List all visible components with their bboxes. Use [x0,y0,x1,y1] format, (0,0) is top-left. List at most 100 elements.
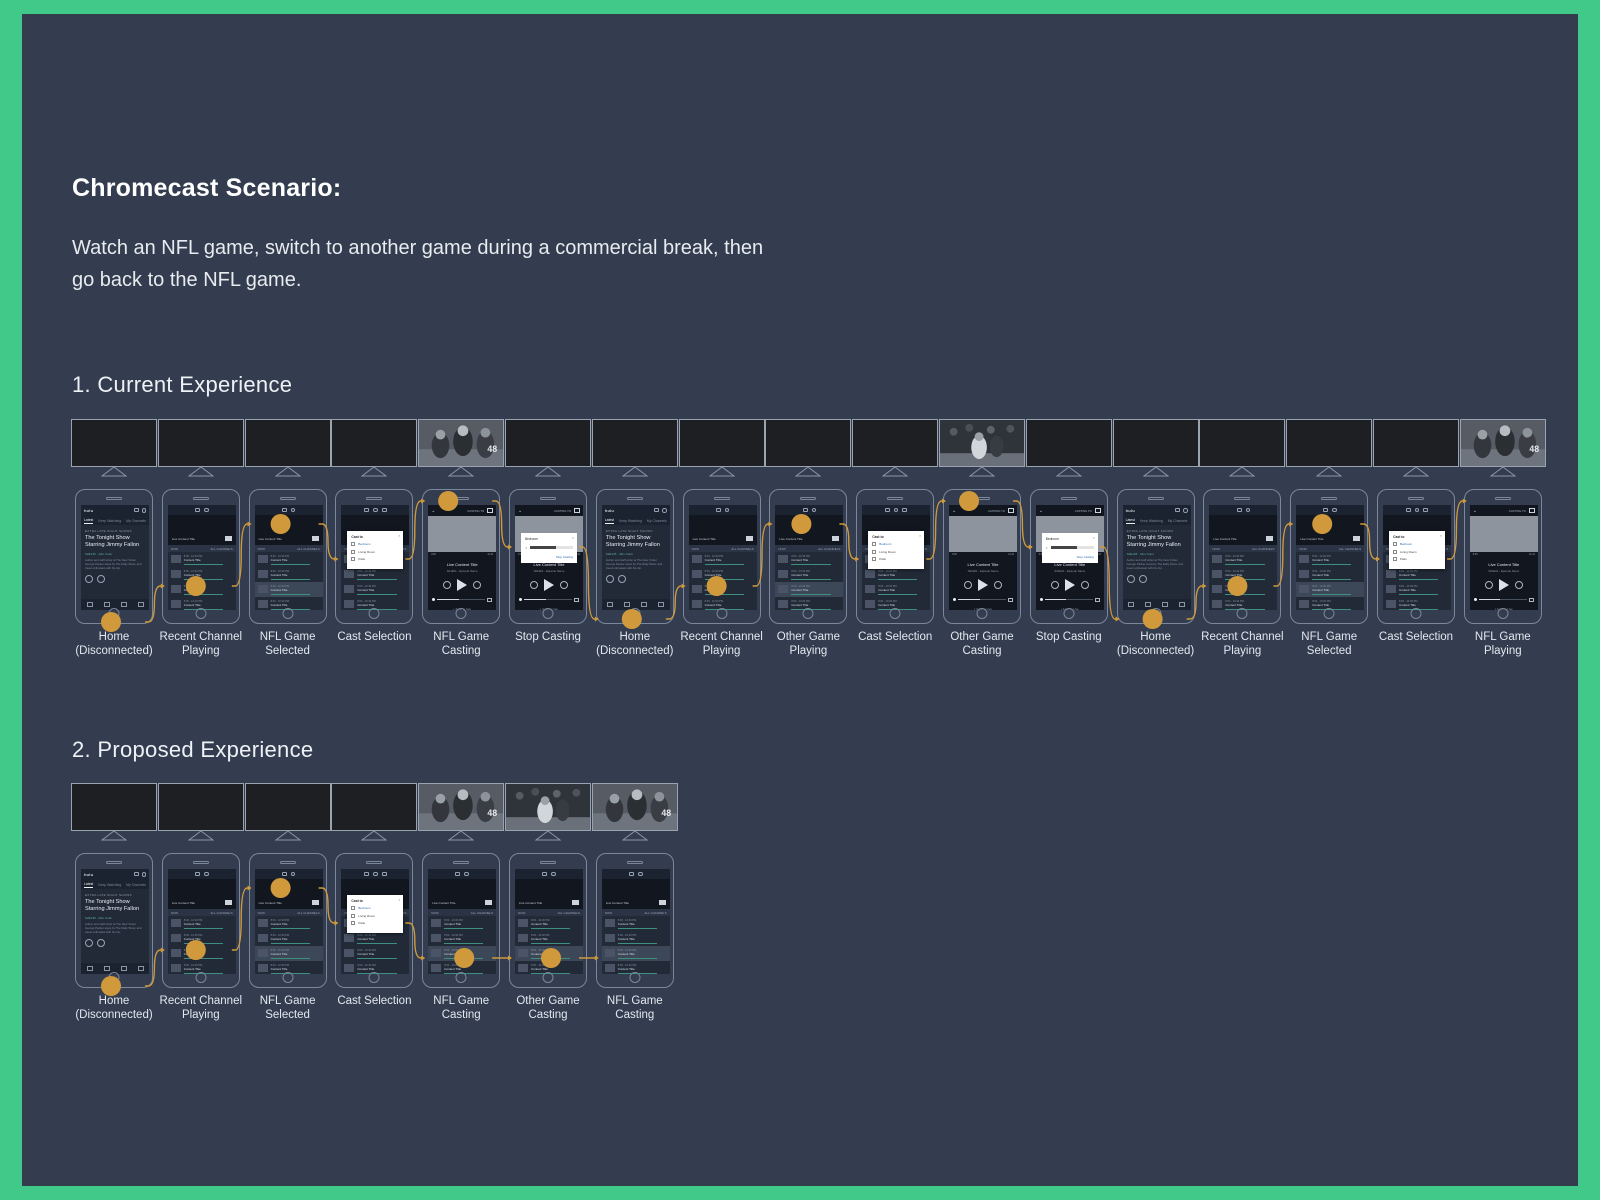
phone-screen-stop-modal[interactable]: ⌄ CASTING TO 0:00 11:44 Live Content Tit… [1035,505,1104,610]
play-icon[interactable] [85,575,93,583]
cast-selection-dialog[interactable]: × Cast to Bedroom Living Room Patio [868,531,925,569]
phone-mockup[interactable]: hulu Latest Keep Watching My Channels EXTR… [1116,489,1195,624]
volume-knob[interactable] [432,598,436,601]
forward-icon[interactable] [560,580,568,589]
forward-icon[interactable] [994,580,1002,589]
channel-row[interactable]: 8:00 - 10:30 PM Content Title [254,582,323,597]
cast-icon[interactable] [1094,508,1101,513]
phone-screen-channel-list-hl[interactable]: Live Content Title NOW ALL CHANNELS 8:00… [254,505,323,610]
channel-row[interactable]: 8:00 - 10:30 PM Content Title [689,567,757,582]
all-channels-label[interactable]: ALL CHANNELS [297,911,319,915]
channel-row[interactable]: 8:00 - 10:30 PM Content Title [1209,552,1277,567]
volume-track[interactable] [530,546,573,549]
all-channels-label[interactable]: ALL CHANNELS [297,547,319,551]
more-icon[interactable] [617,575,626,583]
cast-selection-dialog[interactable]: × Cast to Bedroom Living Room Patio [347,895,404,933]
cast-device-option[interactable]: Living Room [872,549,920,554]
phone-mockup[interactable]: Live Content Title NOW ALL CHANNELS 8:00… [682,489,761,624]
phone-home-button[interactable] [282,972,294,983]
cast-device-option[interactable]: Patio [351,557,399,561]
tab-latest[interactable]: Latest [84,882,94,888]
tab-my-channels[interactable]: My Channels [1168,519,1188,523]
phone-screen-player[interactable]: ⌄ CASTING TO 0:00 11:44 Live Content Tit… [949,505,1017,610]
channel-row[interactable]: 8:00 - 10:30 PM Content Title [255,567,323,582]
close-icon[interactable]: × [1093,536,1095,540]
search-icon[interactable] [724,507,730,513]
search-icon[interactable] [1332,507,1337,513]
phone-home-button[interactable] [542,972,554,983]
all-channels-label[interactable]: ALL CHANNELS [210,911,232,915]
chevron-down-icon[interactable]: ⌄ [431,508,435,514]
search-icon[interactable] [204,507,209,513]
phone-screen-channel-list[interactable]: Live Content Title NOW ALL CHANNELS 8:00… [1209,505,1278,610]
channel-row[interactable]: 8:00 - 10:30 PM Content Title [428,931,496,946]
tab-my-channels[interactable]: My Channels [126,883,146,887]
nav-account-icon[interactable] [1179,602,1186,607]
search-icon[interactable] [811,507,817,513]
nav-guide-icon[interactable] [103,602,110,607]
volume-knob[interactable] [519,598,522,601]
tab-my-channels[interactable]: My Channels [126,519,146,523]
search-icon[interactable] [373,871,378,877]
cast-icon[interactable] [281,508,287,512]
phone-screen-channel-list-hl[interactable]: Live Content Title NOW ALL CHANNELS 8:00… [254,869,323,974]
phone-home-button[interactable] [976,608,988,619]
phone-mockup[interactable]: ⌄ CASTING TO 0:00 11:44 Live Content Tit… [943,489,1021,624]
preview-player[interactable]: Live Content Title [1209,515,1278,545]
fullscreen-icon[interactable] [381,872,387,876]
phone-home-button[interactable] [1063,608,1075,619]
phone-mockup[interactable]: Live Content Title NOW ALL CHANNELS 8:00… [509,853,587,988]
phone-screen-cast-modal[interactable]: NOW ALL CHANNELS 8:00 - 10:30 PM Content… [341,869,410,974]
stop-casting-dialog[interactable]: × Bedroom ♪ Stop Casting [521,533,577,563]
cast-icon[interactable] [195,508,201,512]
all-channels-label[interactable]: ALL CHANNELS [471,911,493,915]
all-channels-label[interactable]: ALL CHANNELS [1339,547,1361,551]
channel-row[interactable]: 8:00 - 10:30 PM Content Title [428,946,497,961]
phone-screen-player[interactable]: ⌄ CASTING TO 0:00 11:44 Live Content Tit… [1469,505,1538,610]
phone-screen-channel-list[interactable]: Live Content Title NOW ALL CHANNELS 8:00… [167,505,236,610]
phone-mockup[interactable]: hulu Latest Keep Watching My Channels EXTR… [595,489,674,624]
cast-icon[interactable] [715,508,721,512]
forward-icon[interactable] [1514,580,1523,589]
fullscreen-icon[interactable] [902,508,908,512]
chevron-down-icon[interactable]: ⌄ [518,508,522,514]
phone-mockup[interactable]: Live Content Title NOW ALL CHANNELS 8:00… [1290,489,1369,624]
channel-row[interactable]: 8:00 - 10:30 PM Content Title [515,931,583,946]
channel-row[interactable]: 8:00 - 10:30 PM Content Title [168,916,236,931]
cast-device-option[interactable]: Living Room [1393,549,1441,554]
play-icon[interactable] [978,578,988,591]
cast-icon[interactable] [1528,508,1535,513]
cast-icon[interactable] [133,872,139,877]
phone-screen-player[interactable]: ⌄ CASTING TO 0:00 11:44 Live Content Tit… [428,505,497,610]
cast-device-option[interactable]: Patio [351,921,399,925]
captions-icon[interactable] [1008,597,1013,602]
phone-home-button[interactable] [889,608,901,619]
cast-icon[interactable] [574,508,580,513]
cast-selection-dialog[interactable]: × Cast to Bedroom Living Room Patio [347,531,404,569]
phone-screen-channel-list-hl[interactable]: Live Content Title NOW ALL CHANNELS 8:00… [515,869,583,974]
phone-mockup[interactable]: Live Content Title NOW ALL CHANNELS 8:00… [769,489,848,624]
channel-row[interactable]: 8:00 - 10:30 PM Content Title [168,946,236,961]
phone-home-button[interactable] [716,608,728,619]
channel-row[interactable]: 8:00 - 10:30 PM Content Title [168,582,236,597]
phone-home-button[interactable] [629,608,641,619]
preview-player[interactable]: Live Content Title [428,879,497,909]
rewind-icon[interactable] [443,580,452,589]
tab-keep-watching[interactable]: Keep Watching [98,883,121,887]
nav-home-icon[interactable] [607,602,614,607]
play-icon[interactable] [605,575,614,583]
nav-home-icon[interactable] [1128,602,1135,607]
video-surface[interactable] [1469,516,1538,552]
chevron-down-icon[interactable]: ⌄ [952,508,956,514]
channel-row[interactable]: 8:00 - 10:30 PM Content Title [341,946,409,961]
nav-home-icon[interactable] [86,966,93,971]
phone-mockup[interactable]: hulu Latest Keep Watching My Channels EXTR… [75,853,153,988]
captions-icon[interactable] [1528,597,1534,602]
more-icon[interactable] [97,939,105,947]
search-icon[interactable] [551,871,556,877]
channel-row[interactable]: 8:00 - 10:30 PM Content Title [601,946,670,961]
search-icon[interactable] [638,871,643,877]
phone-home-button[interactable] [108,972,120,983]
captions-icon[interactable] [574,597,579,602]
nav-library-icon[interactable] [641,602,648,607]
